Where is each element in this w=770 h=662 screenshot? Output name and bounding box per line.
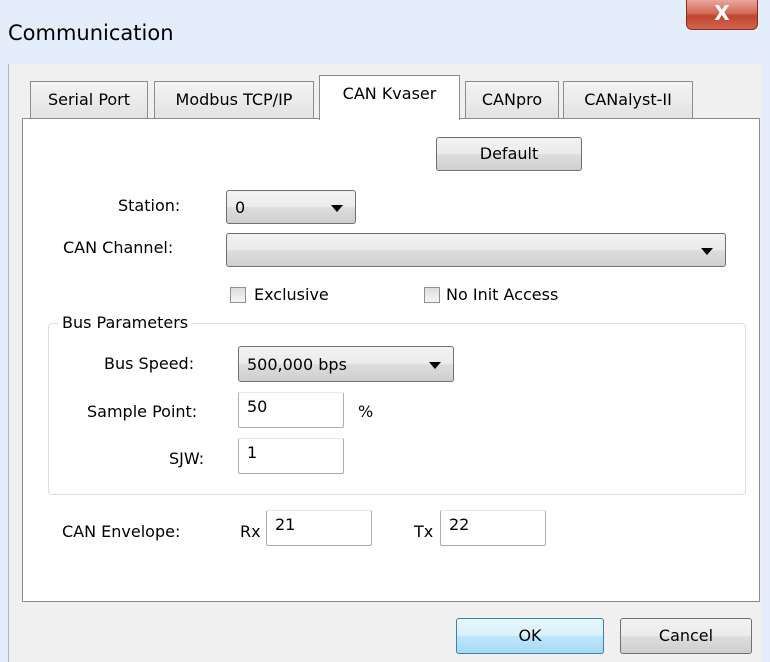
tab-label: CANpro [481,90,543,109]
sample-point-label: Sample Point: [87,402,198,421]
no-init-access-label: No Init Access [446,285,559,304]
tab-canpro[interactable]: CANpro [465,81,559,119]
close-button[interactable]: X [686,0,758,30]
default-button[interactable]: Default [436,137,582,171]
exclusive-checkbox[interactable] [230,287,246,303]
tab-serial-port[interactable]: Serial Port [30,81,148,119]
cancel-button[interactable]: Cancel [620,618,752,654]
tab-label: Serial Port [47,90,131,109]
tab-label: CAN Kvaser [342,84,437,103]
tx-label: Tx [414,522,434,541]
sample-point-unit: % [358,402,374,421]
rx-label: Rx [240,522,261,541]
ok-button[interactable]: OK [456,618,604,654]
can-envelope-label: CAN Envelope: [62,522,181,541]
sjw-input[interactable]: 1 [238,438,344,474]
communication-dialog: Communication X Serial Port Modbus TCP/I… [0,0,770,662]
tx-input[interactable]: 22 [440,510,546,546]
tab-canalyst-ii[interactable]: CANalyst-II [563,81,693,119]
cancel-button-label: Cancel [658,626,714,645]
ok-button-label: OK [518,626,542,645]
bus-speed-value: 500,000 bps [247,355,347,374]
default-button-label: Default [479,144,539,163]
tab-label: Modbus TCP/IP [175,90,293,109]
sjw-label: SJW: [169,449,205,468]
chevron-down-icon [331,205,343,212]
no-init-access-checkbox[interactable] [424,287,440,303]
chevron-down-icon [701,248,713,255]
station-select[interactable]: 0 [226,190,356,224]
can-channel-select[interactable] [226,233,726,267]
rx-input[interactable]: 21 [266,510,372,546]
can-channel-label: CAN Channel: [63,238,174,257]
title-bar: Communication X [0,0,770,64]
station-label: Station: [118,196,181,215]
chevron-down-icon [429,362,441,369]
tab-label: CANalyst-II [584,90,672,109]
bus-parameters-title: Bus Parameters [58,313,193,332]
bus-speed-select[interactable]: 500,000 bps [238,346,454,382]
bus-speed-label: Bus Speed: [104,354,195,373]
tab-modbus-tcp-ip[interactable]: Modbus TCP/IP [154,81,314,119]
close-icon: X [714,1,730,25]
station-value: 0 [235,198,246,217]
sample-point-input[interactable]: 50 [238,392,344,428]
tab-can-kvaser[interactable]: CAN Kvaser [319,75,460,120]
exclusive-label: Exclusive [254,285,329,304]
window-title: Communication [8,21,174,45]
